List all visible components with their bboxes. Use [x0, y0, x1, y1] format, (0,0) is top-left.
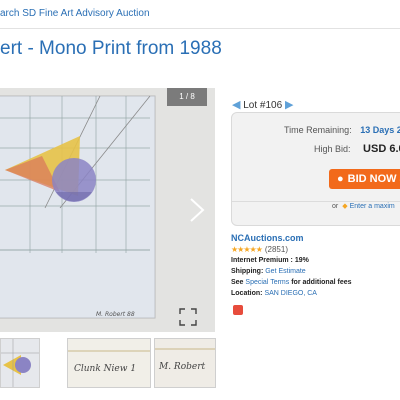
image-viewer[interactable]: M. Robert 88 1 / 8 — [0, 88, 215, 332]
divider — [0, 28, 400, 29]
seller-rating[interactable]: ★★★★★ (2851) — [231, 245, 288, 254]
internet-premium-row: Internet Premium : 19% — [231, 257, 309, 264]
special-terms-row: See Special Terms for additional fees — [231, 279, 352, 286]
or-text: or — [332, 203, 339, 210]
max-bid-row: or ◆ Enter a maxim — [332, 202, 395, 210]
thumbnail-caption: M. Robert — [158, 362, 206, 372]
bid-icon: ● — [337, 173, 344, 185]
shipping-row: Shipping: Get Estimate — [231, 268, 306, 275]
premium-label: Internet Premium : — [231, 257, 293, 264]
security-badge-icon — [233, 305, 243, 315]
lot-number: Lot #106 — [243, 100, 283, 111]
bid-now-label: BID NOW $ — [347, 173, 400, 185]
time-remaining-value: 13 Days 20 — [360, 125, 400, 135]
location-value[interactable]: SAN DIEGO, CA — [264, 290, 317, 297]
thumbnail[interactable]: M. Robert — [154, 338, 216, 388]
thumbnail-strip: Clunk Niew 1 M. Robert — [0, 338, 216, 390]
rating-count: (2851) — [264, 245, 288, 254]
high-bid-row: High Bid: USD 6.0 — [314, 143, 400, 155]
expand-icon[interactable] — [179, 308, 197, 326]
get-estimate-link[interactable]: Get Estimate — [265, 268, 305, 275]
star-rating-icon: ★★★★★ — [231, 245, 263, 254]
page-title: ert - Mono Print from 1988 — [0, 38, 222, 59]
prev-lot-icon[interactable]: ◀ — [232, 99, 240, 111]
bid-now-button[interactable]: ● BID NOW $ — [329, 169, 400, 189]
location-label: Location: — [231, 290, 263, 297]
high-bid-value: USD 6.0 — [363, 143, 400, 155]
signature-text: M. Robert 88 — [96, 311, 135, 318]
shipping-label: Shipping: — [231, 268, 264, 275]
premium-value: 19% — [294, 257, 309, 264]
time-remaining-label: Time Remaining: — [284, 125, 352, 135]
chevron-right-icon[interactable] — [185, 196, 209, 224]
thumbnail[interactable] — [0, 338, 40, 388]
special-terms-link[interactable]: Special Terms — [245, 279, 289, 286]
lot-navigation: ◀ Lot #106 ▶ — [232, 98, 293, 111]
time-remaining-row: Time Remaining: 13 Days 20 — [284, 125, 400, 135]
enter-max-bid-link[interactable]: Enter a maxim — [350, 203, 395, 210]
see-label: See — [231, 279, 244, 286]
high-bid-label: High Bid: — [314, 144, 351, 154]
image-counter: 1 / 8 — [167, 88, 207, 106]
bid-panel: Time Remaining: 13 Days 20 High Bid: USD… — [231, 112, 400, 226]
fees-text: for additional fees — [291, 279, 352, 286]
thumbnail-image: Clunk Niew 1 — [68, 350, 150, 374]
plus-icon: ◆ — [342, 203, 348, 210]
thumbnail-image — [1, 339, 39, 387]
breadcrumb[interactable]: arch SD Fine Art Advisory Auction — [0, 8, 150, 19]
thumbnail-caption: Clunk Niew 1 — [74, 364, 136, 374]
auction-house-name[interactable]: NCAuctions.com — [231, 233, 304, 243]
artwork-image: M. Robert 88 — [0, 88, 215, 332]
thumbnail-image: M. Robert — [155, 348, 215, 372]
location-row: Location: SAN DIEGO, CA — [231, 290, 317, 297]
next-lot-icon[interactable]: ▶ — [285, 99, 293, 111]
thumbnail[interactable]: Clunk Niew 1 — [67, 338, 151, 388]
